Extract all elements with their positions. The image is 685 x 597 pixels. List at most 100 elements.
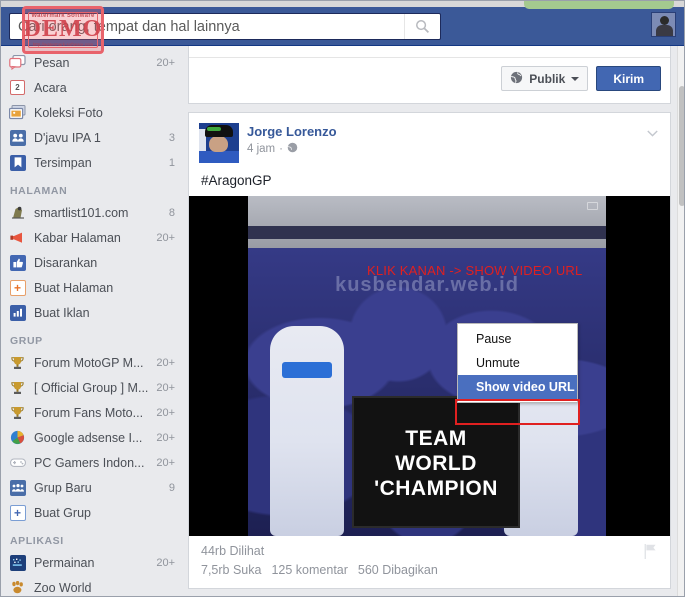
sidebar-item-label: smartlist101.com — [34, 205, 129, 220]
chart-icon — [9, 304, 26, 321]
browser-notification-stub — [524, 0, 674, 9]
top-navigation-bar — [0, 0, 685, 46]
sidebar-item-label: Disarankan — [34, 255, 98, 270]
sidebar-item-label: Google adsense I... — [34, 430, 143, 445]
sidebar-item-count: 20+ — [156, 556, 175, 569]
post-author-name[interactable]: Jorge Lorenzo — [247, 123, 337, 140]
sidebar-item-disarankan[interactable]: Disarankan — [0, 250, 185, 275]
post-options-chevron-down-icon[interactable] — [644, 125, 660, 141]
sidebar-item-forum-fans-moto[interactable]: Forum Fans Moto... 20+ — [0, 400, 185, 425]
games-icon — [9, 554, 26, 571]
sidebar-item-permainan[interactable]: Permainan 20+ — [0, 550, 185, 575]
sidebar-item-label: [ Official Group ] M... — [34, 380, 149, 395]
submit-post-button[interactable]: Kirim — [596, 66, 661, 91]
avatar[interactable] — [651, 12, 676, 37]
sidebar-item-grup-baru[interactable]: Grup Baru 9 — [0, 475, 185, 500]
avatar-body — [656, 25, 673, 36]
sidebar-item-label: Buat Iklan — [34, 305, 90, 320]
sidebar-item-official-group[interactable]: [ Official Group ] M... 20+ — [0, 375, 185, 400]
page-scrollbar[interactable] — [677, 46, 685, 597]
sidebar-item-forum-motogp[interactable]: Forum MotoGP M... 20+ — [0, 350, 185, 375]
sidebar-item-count: 3 — [168, 131, 175, 144]
avatar-face — [209, 136, 228, 152]
sidebar-item-count: 20+ — [156, 56, 175, 69]
sidebar-section-grup-heading: GRUP — [10, 335, 43, 347]
post-video-player[interactable]: TEAM WORLD 'CHAMPION kusbendar.web.id Pa… — [189, 196, 670, 536]
sidebar-item-label: Tersimpan — [34, 155, 92, 170]
sidebar-item-kabar-halaman[interactable]: Kabar Halaman 20+ — [0, 225, 185, 250]
sidebar-item-label: Kabar Halaman — [34, 230, 121, 245]
sidebar-item-label: Acara — [34, 80, 67, 95]
sidebar-item-label: Forum MotoGP M... — [34, 355, 144, 370]
context-menu-item-show-video-url[interactable]: Show video URL — [458, 375, 577, 399]
calendar-icon: 2 — [9, 79, 26, 96]
sidebar-item-count: 20+ — [156, 356, 175, 369]
left-sidebar[interactable]: Pesan 20+ 2 Acara Koleksi Foto D'javu IP… — [0, 46, 185, 597]
sidebar-item-count: 8 — [168, 206, 175, 219]
sidebar-item-label: Pesan — [34, 55, 70, 70]
stat-shares[interactable]: 560 Dibagikan — [358, 561, 438, 580]
video-banner: TEAM WORLD 'CHAMPION — [352, 396, 520, 528]
context-menu-item-unmute[interactable]: Unmute — [458, 351, 577, 375]
plus-group-icon: + — [9, 504, 26, 521]
sidebar-section-aplikasi-heading: APLIKASI — [10, 535, 64, 547]
search-input[interactable] — [10, 14, 404, 39]
banner-line-2: WORLD — [395, 451, 477, 475]
thumbs-up-icon — [9, 254, 26, 271]
post-author-avatar[interactable] — [199, 123, 239, 163]
globe-icon — [287, 142, 298, 156]
sidebar-item-count: 9 — [168, 481, 175, 494]
sidebar-item-label: Buat Grup — [34, 505, 91, 520]
sidebar-item-label: D'javu IPA 1 — [34, 130, 101, 145]
video-rider-left — [270, 326, 344, 536]
context-menu-item-pause[interactable]: Pause — [458, 327, 577, 351]
sidebar-item-label: Buat Halaman — [34, 280, 114, 295]
audience-selector-button[interactable]: Publik — [501, 66, 589, 91]
paw-icon — [9, 579, 26, 596]
avatar-head — [660, 16, 669, 25]
globe-icon — [510, 71, 523, 87]
avatar-visor — [207, 127, 221, 131]
sidebar-item-djavu-ipa-1[interactable]: D'javu IPA 1 3 — [0, 125, 185, 150]
avatar-shoulder — [199, 151, 239, 163]
bookmark-icon — [9, 154, 26, 171]
sidebar-item-zoo-world[interactable]: Zoo World — [0, 575, 185, 597]
video-context-menu[interactable]: Pause Unmute Show video URL — [455, 323, 580, 425]
flag-icon[interactable] — [643, 544, 657, 559]
scrollbar-thumb[interactable] — [679, 86, 685, 206]
page-icon — [9, 204, 26, 221]
sidebar-item-label: Grup Baru — [34, 480, 92, 495]
sidebar-item-pesan[interactable]: Pesan 20+ — [0, 50, 185, 75]
messages-icon — [9, 54, 26, 71]
search-box[interactable] — [9, 13, 441, 40]
sidebar-item-label: PC Gamers Indon... — [34, 455, 145, 470]
composer-actions: Publik Kirim — [501, 66, 661, 91]
sidebar-item-buat-iklan[interactable]: Buat Iklan — [0, 300, 185, 325]
stat-comments[interactable]: 125 komentar — [271, 561, 347, 580]
status-composer: Publik Kirim — [188, 46, 671, 104]
closed-caption-icon[interactable] — [587, 202, 598, 210]
post-author-block: Jorge Lorenzo 4 jam · — [247, 123, 337, 163]
sidebar-item-google-adsense[interactable]: Google adsense I... 20+ — [0, 425, 185, 450]
sidebar-item-acara[interactable]: 2 Acara — [0, 75, 185, 100]
chevron-down-icon — [571, 76, 580, 81]
sidebar-item-count: 20+ — [156, 231, 175, 244]
sidebar-item-count: 20+ — [156, 381, 175, 394]
globe-pie-icon — [9, 429, 26, 446]
sidebar-item-smartlist101[interactable]: smartlist101.com 8 — [0, 200, 185, 225]
sidebar-item-koleksi-foto[interactable]: Koleksi Foto — [0, 100, 185, 125]
sidebar-item-buat-halaman[interactable]: + Buat Halaman — [0, 275, 185, 300]
group-icon — [9, 479, 26, 496]
sidebar-item-buat-grup[interactable]: + Buat Grup — [0, 500, 185, 525]
plus-page-icon: + — [9, 279, 26, 296]
banner-line-3: 'CHAMPION — [374, 477, 498, 501]
sidebar-item-tersimpan[interactable]: Tersimpan 1 — [0, 150, 185, 175]
trophy-icon — [9, 354, 26, 371]
sidebar-item-label: Forum Fans Moto... — [34, 405, 144, 420]
trophy-icon — [9, 379, 26, 396]
post-header: Jorge Lorenzo 4 jam · — [189, 113, 670, 163]
sidebar-item-pc-gamers[interactable]: PC Gamers Indon... 20+ — [0, 450, 185, 475]
search-icon[interactable] — [404, 14, 440, 39]
stat-likes[interactable]: 7,5rb Suka — [201, 561, 261, 580]
post-timestamp[interactable]: 4 jam — [247, 143, 275, 155]
